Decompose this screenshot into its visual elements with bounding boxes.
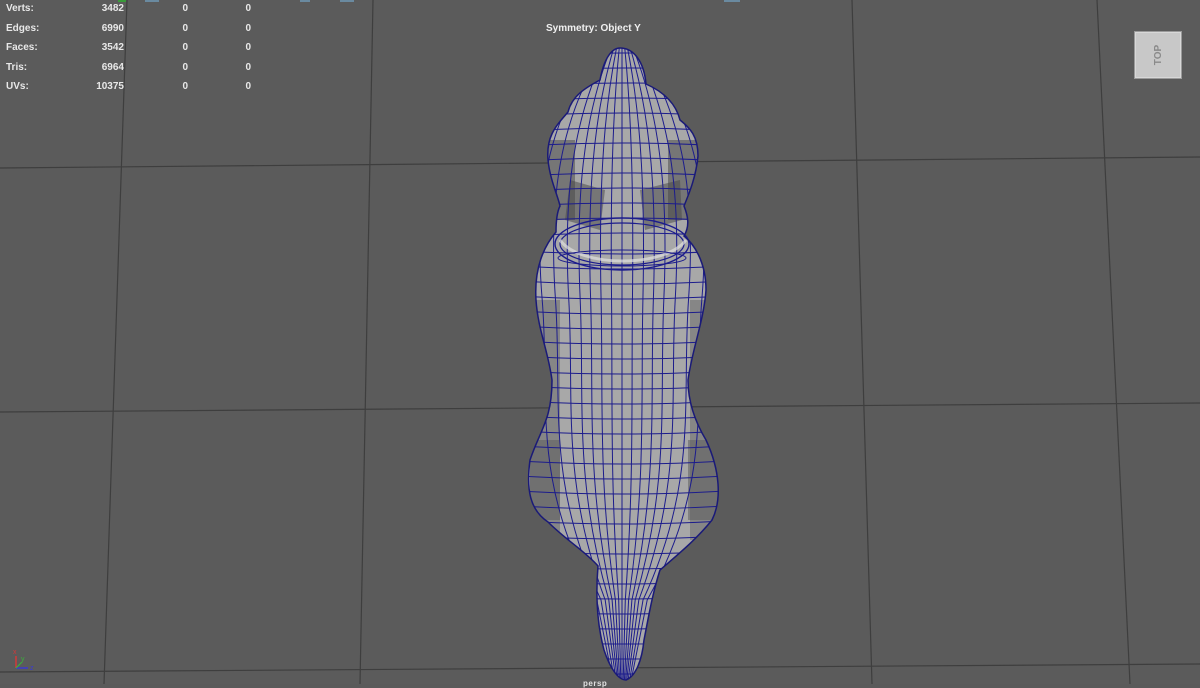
- cat-mesh-wireframe: [527, 47, 719, 681]
- view-cube-icon[interactable]: TOP: [1134, 31, 1182, 79]
- hud-value: 3542: [101, 42, 124, 53]
- hud-row-verts: Verts: 3482 0 0: [6, 3, 256, 17]
- hud-label: Faces:: [6, 42, 38, 53]
- hud-row-edges: Edges: 6990 0 0: [6, 23, 256, 37]
- hud-row-tris: Tris: 6964 0 0: [6, 62, 256, 76]
- hud-value: 10375: [96, 81, 124, 92]
- hud-value: 0: [245, 62, 251, 73]
- hud-value: 0: [245, 81, 251, 92]
- hud-label: UVs:: [6, 81, 29, 92]
- axis-z-label: z: [30, 665, 34, 672]
- hud-value: 6990: [101, 23, 124, 34]
- axis-y-label: y: [21, 656, 25, 663]
- hud-value: 0: [245, 3, 251, 14]
- symmetry-label: Symmetry: Object Y: [546, 23, 641, 34]
- hud-value: 0: [182, 42, 188, 53]
- hud-value: 0: [182, 23, 188, 34]
- hud-row-faces: Faces: 3542 0 0: [6, 42, 256, 56]
- viewport-3d[interactable]: Verts: 3482 0 0 Edges: 6990 0 0 Faces: 3…: [0, 0, 1200, 688]
- axis-gizmo-icon: x y z: [13, 649, 34, 672]
- viewcube-label: TOP: [1152, 44, 1164, 66]
- hud-label: Tris:: [6, 62, 28, 73]
- hud-value: 0: [182, 62, 188, 73]
- axis-x-label: x: [13, 649, 17, 656]
- hud-value: 6964: [101, 62, 124, 73]
- hud-value: 0: [245, 42, 251, 53]
- hud-value: 0: [182, 3, 188, 14]
- hud-value: 0: [182, 81, 188, 92]
- hud-label: Edges:: [6, 23, 40, 34]
- hud-label: Verts:: [6, 3, 34, 14]
- hud-row-uvs: UVs: 10375 0 0: [6, 81, 256, 95]
- hud-value: 3482: [101, 3, 124, 14]
- hud-value: 0: [245, 23, 251, 34]
